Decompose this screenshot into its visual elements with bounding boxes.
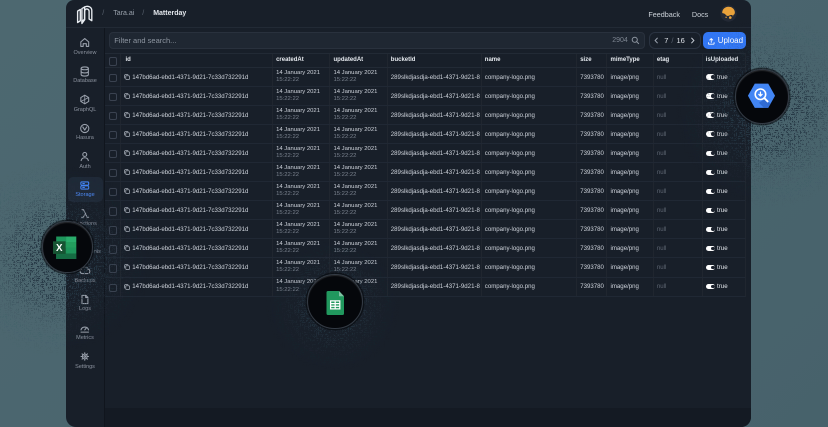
svg-text:X: X	[57, 243, 64, 254]
